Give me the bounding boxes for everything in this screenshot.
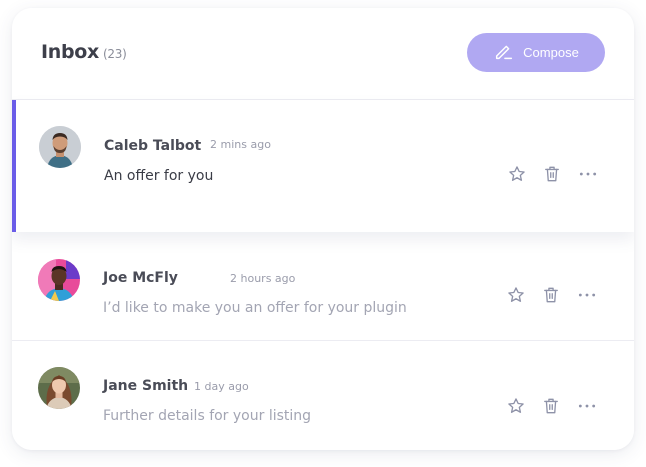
message-actions xyxy=(506,396,597,416)
trash-icon[interactable] xyxy=(541,285,561,305)
page-title: Inbox (23) xyxy=(41,41,127,63)
message-subject: An offer for you xyxy=(104,168,214,184)
unread-count: (23) xyxy=(103,47,127,61)
compose-label: Compose xyxy=(523,45,579,60)
trash-icon[interactable] xyxy=(541,396,561,416)
message-row[interactable]: Caleb Talbot 2 mins ago An offer for you xyxy=(12,100,634,232)
trash-icon[interactable] xyxy=(542,164,562,184)
message-actions xyxy=(506,285,597,305)
inbox-title: Inbox xyxy=(41,41,100,63)
avatar xyxy=(38,259,80,301)
sender-name: Caleb Talbot xyxy=(104,138,202,154)
more-horizontal-icon[interactable] xyxy=(577,285,597,305)
compose-button[interactable]: Compose xyxy=(467,33,605,72)
avatar xyxy=(38,367,80,409)
star-icon[interactable] xyxy=(506,396,526,416)
selected-indicator xyxy=(12,100,16,232)
star-icon[interactable] xyxy=(506,285,526,305)
message-subject: Further details for your listing xyxy=(103,408,312,424)
star-icon[interactable] xyxy=(507,164,527,184)
message-row[interactable]: Joe McFly 2 hours ago I’d like to make y… xyxy=(12,232,634,341)
message-row[interactable]: Jane Smith 1 day ago Further details for… xyxy=(12,341,634,450)
inbox-card: Inbox (23) Compose Caleb Talbot 2 mins a… xyxy=(12,8,634,450)
more-horizontal-icon[interactable] xyxy=(578,164,598,184)
message-time: 1 day ago xyxy=(194,380,249,393)
inbox-header: Inbox (23) Compose xyxy=(12,8,634,100)
pencil-icon xyxy=(493,40,523,65)
avatar xyxy=(39,126,81,168)
sender-name: Joe McFly xyxy=(103,270,178,286)
message-time: 2 mins ago xyxy=(210,138,271,151)
sender-name: Jane Smith xyxy=(103,378,189,394)
message-time: 2 hours ago xyxy=(230,272,296,285)
message-subject: I’d like to make you an offer for your p… xyxy=(103,300,407,316)
more-horizontal-icon[interactable] xyxy=(577,396,597,416)
message-actions xyxy=(507,164,598,184)
